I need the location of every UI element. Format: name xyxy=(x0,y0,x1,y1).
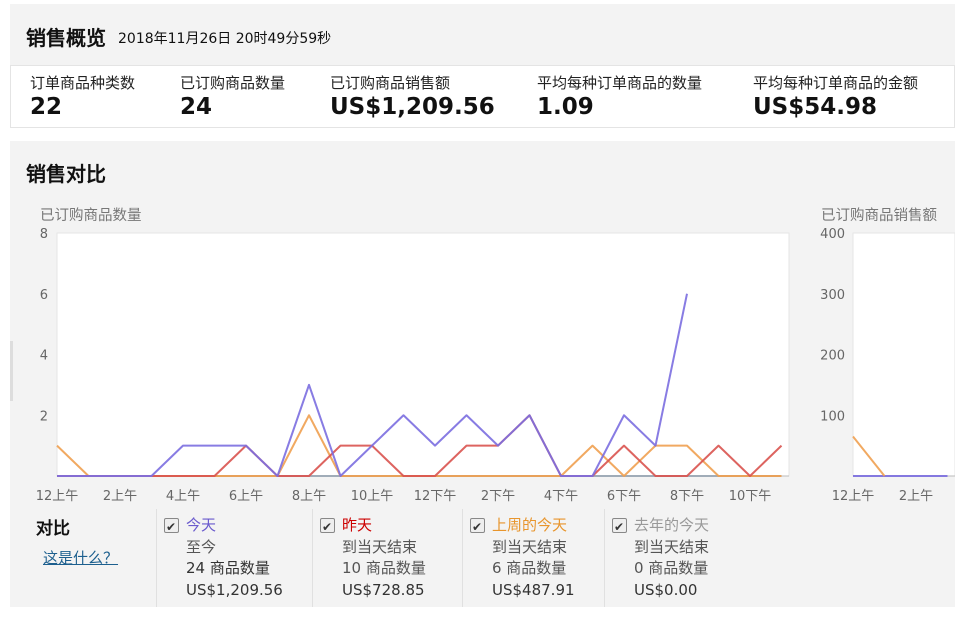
x-tick-label: 8下午 xyxy=(670,489,704,504)
legend-units: 24 商品数量 xyxy=(186,559,270,577)
metric-value: US$54.98 xyxy=(753,94,877,120)
y-tick-label: 2 xyxy=(40,409,48,424)
metric-units-ordered: 已订购商品数量 24 xyxy=(180,72,285,120)
x-tick-label: 10上午 xyxy=(351,489,394,504)
metric-value: US$1,209.56 xyxy=(330,94,495,120)
y-axis-title: 已订购商品销售额 xyxy=(821,207,937,224)
x-tick-label: 6下午 xyxy=(607,489,641,504)
legend-period: 到当天结束 xyxy=(342,537,418,556)
metric-label: 订单商品种类数 xyxy=(30,74,136,92)
legend-divider xyxy=(604,509,605,607)
x-tick-label: 12下午 xyxy=(414,489,457,504)
legend-name: 昨天 xyxy=(342,516,373,534)
legend-checkbox-today[interactable] xyxy=(164,517,179,539)
x-tick-label: 12上午 xyxy=(36,489,79,504)
whats-this-link[interactable]: 这是什么？ xyxy=(43,547,118,568)
sales-overview-title: 销售概览 xyxy=(26,26,106,50)
plot-area xyxy=(852,232,955,477)
legend-divider xyxy=(312,509,313,607)
metric-label: 平均每种订单商品的数量 xyxy=(537,74,703,92)
y-tick-label: 400 xyxy=(820,227,845,242)
legend-checkbox-yesterday[interactable] xyxy=(320,517,335,539)
sales-overview-timestamp: 2018年11月26日 20时49分59秒 xyxy=(118,31,332,47)
metric-label: 已订购商品数量 xyxy=(180,74,286,92)
legend-name: 去年的今天 xyxy=(634,516,710,534)
legend-units: 10 商品数量 xyxy=(342,559,426,577)
y-tick-label: 4 xyxy=(40,349,48,364)
legend-item-today: 今天 至今 24 商品数量 US$1,209.56 xyxy=(164,515,283,601)
legend-divider xyxy=(156,509,157,607)
legend-item-last-week: 上周的今天 到当天结束 6 商品数量 US$487.91 xyxy=(470,515,575,601)
metric-value: 24 xyxy=(180,94,213,120)
x-tick-label: 4上午 xyxy=(166,489,200,504)
y-axis-title: 已订购商品数量 xyxy=(40,207,142,224)
legend-item-yesterday: 昨天 到当天结束 10 商品数量 US$728.85 xyxy=(320,515,426,601)
metrics-row: 订单商品种类数 22 已订购商品数量 24 已订购商品销售额 US$1,209.… xyxy=(10,65,955,128)
x-tick-label: 12上午 xyxy=(832,489,875,504)
plot-area xyxy=(56,232,790,477)
y-tick-label: 6 xyxy=(40,288,48,303)
legend-sales: US$728.85 xyxy=(342,580,425,599)
x-tick-label: 4下午 xyxy=(544,489,578,504)
charts-area: 已订购商品数量 2 4 6 8 12上午 2上午 4上午 6上午 8上午 10上午 12下午 2下午 4下… xyxy=(36,207,955,504)
x-tick-label: 10下午 xyxy=(729,489,772,504)
legend-name: 今天 xyxy=(186,516,217,534)
x-tick-label: 6上午 xyxy=(229,489,263,504)
metric-label: 平均每种订单商品的金额 xyxy=(753,74,919,92)
legend-item-last-year: 去年的今天 到当天结束 0 商品数量 US$0.00 xyxy=(612,515,710,601)
legend-divider xyxy=(462,509,463,607)
metric-value: 1.09 xyxy=(537,94,594,120)
x-tick-label: 2上午 xyxy=(899,489,933,504)
y-tick-label: 200 xyxy=(820,349,845,364)
legend-units: 0 商品数量 xyxy=(634,559,709,577)
y-tick-label: 100 xyxy=(820,409,845,424)
legend-period: 到当天结束 xyxy=(634,537,710,556)
x-tick-label: 2上午 xyxy=(103,489,137,504)
legend-sales: US$1,209.56 xyxy=(186,580,283,599)
legend-name: 上周的今天 xyxy=(492,516,568,534)
legend-period: 到当天结束 xyxy=(492,537,568,556)
legend-sales: US$487.91 xyxy=(492,580,575,599)
y-tick-label: 300 xyxy=(820,288,845,303)
metric-value: 22 xyxy=(30,94,63,120)
legend-period: 至今 xyxy=(186,537,217,556)
legend-header: 对比 这是什么？ xyxy=(36,514,118,568)
metric-item-types: 订单商品种类数 22 xyxy=(30,72,135,120)
legend-checkbox-last-week[interactable] xyxy=(470,517,485,539)
legend-sales: US$0.00 xyxy=(634,580,698,599)
metric-avg-units: 平均每种订单商品的数量 1.09 xyxy=(537,72,702,120)
metric-ordered-sales: 已订购商品销售额 US$1,209.56 xyxy=(330,72,495,120)
x-tick-label: 2下午 xyxy=(481,489,515,504)
legend-units: 6 商品数量 xyxy=(492,559,567,577)
sales-overview-panel: 销售概览 2018年11月26日 20时49分59秒 订单商品种类数 22 已订… xyxy=(10,4,955,128)
legend-title: 对比 xyxy=(36,519,70,539)
metric-label: 已订购商品销售额 xyxy=(330,74,451,92)
legend-checkbox-last-year[interactable] xyxy=(612,517,627,539)
sales-comparison-panel: 销售对比 已订购商品数量 2 4 6 8 12上午 2上午 4上午 6上午 8上午 10上午 12下午… xyxy=(10,141,955,607)
x-tick-label: 8上午 xyxy=(292,489,326,504)
y-tick-label: 8 xyxy=(40,227,48,242)
metric-avg-sales: 平均每种订单商品的金额 US$54.98 xyxy=(753,72,918,120)
